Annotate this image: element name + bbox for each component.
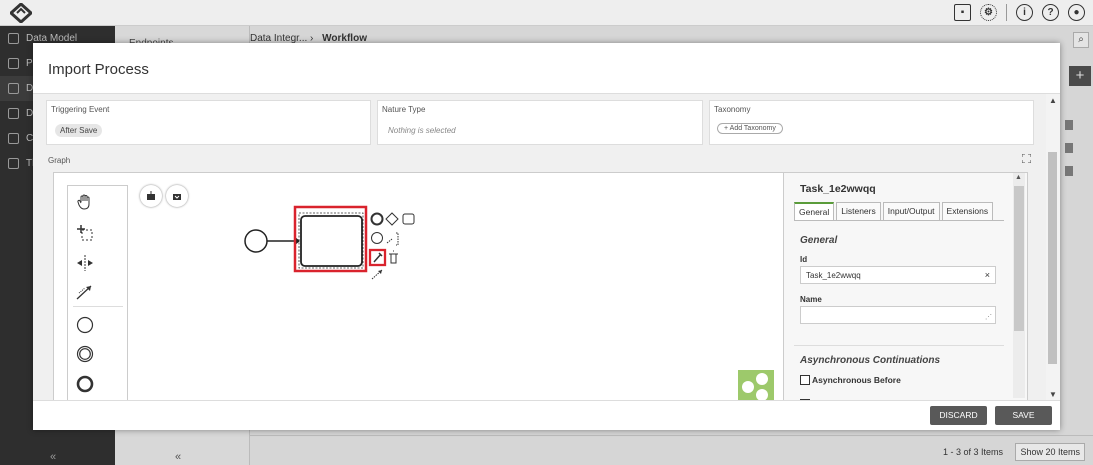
panel-collapse-button[interactable]: « [175, 451, 181, 463]
append-task-icon[interactable] [402, 213, 415, 225]
dialog-footer: DISCARD SAVE [33, 400, 1060, 430]
element-title: Task_1e2wwqq [800, 183, 876, 195]
resize-grip-icon[interactable]: ⋰ [985, 313, 992, 321]
trash-icon[interactable] [389, 250, 398, 264]
start-event-icon[interactable] [74, 315, 96, 335]
end-event-icon[interactable] [74, 374, 96, 394]
space-tool-icon[interactable] [74, 253, 96, 273]
append-intermediate-event-icon[interactable] [371, 232, 383, 244]
import-process-dialog: Import Process Triggering Event After Sa… [33, 43, 1060, 430]
tab-listeners[interactable]: Listeners [836, 202, 881, 221]
dialog-title: Import Process [48, 61, 149, 78]
async-before-label: Asynchronous Before [812, 375, 901, 385]
dialog-body: Triggering Event After Save Nature Type … [33, 93, 1060, 400]
divider [1006, 4, 1007, 21]
palette-divider [73, 306, 123, 307]
export-icon [173, 194, 181, 200]
scroll-thumb[interactable] [1014, 186, 1024, 331]
scroll-up-icon[interactable]: ▲ [1015, 174, 1022, 181]
id-label: Id [800, 255, 808, 264]
page-size-select[interactable]: Show 20 Items [1015, 443, 1085, 461]
hand-tool-icon[interactable] [74, 192, 96, 212]
flow-icon [8, 83, 19, 94]
database-icon [8, 33, 19, 44]
field-label: Taxonomy [714, 105, 751, 114]
async-section-title: Asynchronous Continuations [800, 355, 940, 366]
section-divider [794, 345, 1004, 346]
lasso-tool-icon[interactable] [74, 223, 96, 243]
scroll-down-icon[interactable]: ▼ [1049, 390, 1057, 399]
properties-tabs: General Listeners Input/Output Extension… [794, 202, 994, 221]
help-icon[interactable]: ? [1042, 4, 1059, 21]
append-end-event-icon[interactable] [370, 212, 384, 226]
name-textarea[interactable]: ⋰ [800, 306, 996, 324]
nature-type-field[interactable]: Nature Type Nothing is selected [377, 100, 703, 145]
tab-extensions[interactable]: Extensions [941, 202, 994, 221]
properties-scrollbar[interactable]: ▲ [1013, 173, 1025, 398]
info-icon[interactable]: i [1016, 4, 1033, 21]
add-button[interactable]: + [1069, 66, 1091, 86]
name-label: Name [800, 295, 822, 304]
data-icon [8, 108, 19, 119]
link-icon [8, 133, 19, 144]
trash-icon[interactable] [1065, 143, 1073, 153]
scroll-thumb[interactable] [1048, 152, 1057, 364]
export-bpmn-button[interactable] [166, 185, 188, 207]
trash-icon[interactable] [1065, 166, 1073, 176]
id-value: Task_1e2wwqq [806, 271, 861, 280]
bpmn-diagram [244, 205, 415, 280]
taxonomy-field: Taxonomy + Add Taxonomy [709, 100, 1034, 145]
properties-panel: Task_1e2wwqq General Listeners Input/Out… [783, 173, 1027, 400]
general-section-title: General [800, 235, 838, 246]
table-footer: 1 - 3 of 3 Items Show 20 Items [250, 435, 1093, 465]
async-before-row[interactable]: Asynchronous Before [800, 375, 901, 385]
dialog-scrollbar[interactable]: ▲ ▼ [1046, 94, 1060, 400]
triggering-event-field: Triggering Event After Save [46, 100, 371, 145]
save-icon[interactable]: ▪ [954, 4, 971, 21]
bpmn-editor: Task_1e2wwqq General Listeners Input/Out… [53, 172, 1028, 400]
nature-type-placeholder[interactable]: Nothing is selected [388, 126, 456, 135]
task-shape[interactable] [300, 215, 363, 267]
scroll-up-icon[interactable]: ▲ [1049, 96, 1057, 105]
user-icon[interactable]: ● [1068, 4, 1085, 21]
id-input[interactable]: Task_1e2wwqq × [800, 266, 996, 284]
field-label: Triggering Event [51, 105, 110, 114]
expand-icon[interactable] [1022, 154, 1031, 163]
sidebar-collapse-button[interactable]: « [50, 451, 56, 463]
clear-icon[interactable]: × [985, 270, 990, 280]
save-button[interactable]: SAVE [995, 406, 1052, 425]
pager-text: 1 - 3 of 3 Items [942, 447, 1003, 457]
triggering-event-chip[interactable]: After Save [55, 124, 103, 137]
discard-button[interactable]: DISCARD [930, 406, 987, 425]
box-icon [8, 58, 19, 69]
text-annotation-icon[interactable] [386, 232, 399, 246]
trash-icon[interactable] [1065, 120, 1073, 130]
bpmn-io-logo-icon [738, 370, 774, 400]
import-bpmn-button[interactable] [140, 185, 162, 207]
theme-icon [8, 158, 19, 169]
gear-icon[interactable]: ⚙ [980, 4, 997, 21]
tab-input-output[interactable]: Input/Output [882, 202, 940, 221]
append-gateway-icon[interactable] [385, 212, 399, 226]
field-label: Nature Type [382, 105, 426, 114]
async-before-checkbox[interactable] [800, 375, 810, 385]
tabs-divider [794, 220, 1004, 221]
tab-general[interactable]: General [794, 202, 835, 221]
connect-tool-icon[interactable] [74, 282, 96, 302]
top-bar: ▪ ⚙ i ? ● [0, 0, 1093, 26]
intermediate-event-icon[interactable] [74, 344, 96, 364]
import-icon [147, 191, 155, 200]
graph-label: Graph [48, 156, 71, 165]
start-event-shape[interactable] [244, 229, 268, 253]
add-taxonomy-button[interactable]: + Add Taxonomy [717, 123, 783, 134]
wrench-icon[interactable] [373, 252, 383, 263]
app-logo-icon [10, 3, 32, 23]
search-icon[interactable]: ⌕ [1073, 32, 1089, 48]
tool-palette [67, 185, 128, 400]
